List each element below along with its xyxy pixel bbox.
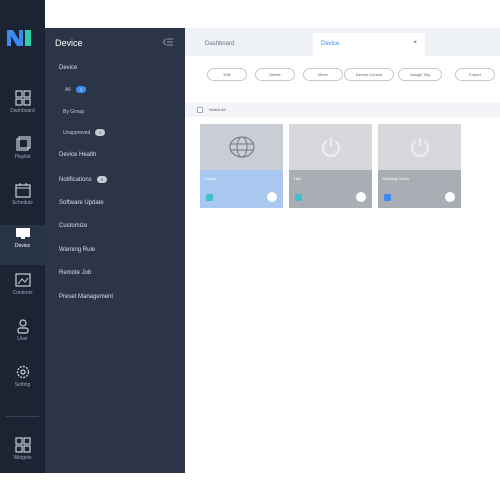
- tab-dashboard[interactable]: Dashboard: [197, 33, 307, 56]
- rail-item-dashboard[interactable]: Dashboard: [0, 90, 45, 130]
- widgets-icon: [14, 437, 31, 453]
- tab-bar: Dashboard Device ×: [185, 28, 500, 56]
- menu-item-remote-job[interactable]: Remote Job: [59, 270, 91, 276]
- schedule-icon: [14, 183, 31, 198]
- device-name: Lobby: [205, 176, 216, 181]
- menu-item-notifications-label: Notifications: [59, 177, 92, 184]
- app-root: Dashboard Playlist Schedule Device Conte…: [0, 0, 500, 500]
- rail-label: User: [17, 336, 28, 342]
- select-all-label: Select All: [209, 107, 226, 112]
- submenu-header: Device: [45, 28, 185, 58]
- export-button[interactable]: Export: [455, 68, 495, 81]
- delete-button[interactable]: Delete: [255, 68, 295, 81]
- rail-item-schedule[interactable]: Schedule: [0, 182, 45, 222]
- move-button[interactable]: Move: [303, 68, 343, 81]
- collapse-menu-icon[interactable]: [163, 38, 173, 46]
- rail-item-user[interactable]: User: [0, 318, 45, 358]
- rail-label: Playlist: [14, 154, 31, 160]
- select-all-bar: Select All: [185, 103, 500, 117]
- device-card[interactable]: Hall: [289, 124, 372, 208]
- device-card[interactable]: Meeting Room: [378, 124, 461, 208]
- device-settings-icon[interactable]: [445, 192, 455, 202]
- menu-item-warning-rule[interactable]: Warning Rule: [59, 247, 95, 253]
- tab-close-icon[interactable]: ×: [413, 40, 417, 46]
- device-settings-icon[interactable]: [267, 192, 277, 202]
- select-all-checkbox[interactable]: [197, 107, 203, 113]
- menu-item-all[interactable]: All 3: [65, 86, 86, 93]
- menu-item-notifications[interactable]: Notifications 0: [59, 176, 107, 183]
- contents-icon: [14, 273, 31, 287]
- rail-label: Schedule: [12, 200, 33, 206]
- menu-item-all-label: All: [65, 86, 71, 93]
- device-name: Meeting Room: [383, 176, 410, 181]
- device-control-button[interactable]: Device Control: [344, 68, 394, 81]
- device-thumbnail: [289, 124, 372, 170]
- rail-label: Dashboard: [10, 108, 35, 114]
- assign-tag-button[interactable]: Assign Tag: [398, 68, 442, 81]
- rail-item-device[interactable]: Device: [0, 225, 45, 265]
- device-info: Hall: [289, 170, 372, 208]
- status-badge: [295, 194, 302, 201]
- rail-item-widgets[interactable]: Widgets: [0, 437, 45, 477]
- rail-divider: [6, 416, 39, 417]
- edit-button[interactable]: Edit: [207, 68, 247, 81]
- device-card[interactable]: Lobby: [200, 124, 283, 208]
- app-logo-icon: [7, 30, 31, 46]
- menu-item-unapproved-label: Unapproved: [63, 129, 91, 136]
- rail-label: Contents: [12, 290, 33, 296]
- playlist-icon: [15, 136, 31, 151]
- tab-dashboard-label: Dashboard: [205, 41, 235, 47]
- device-info: Lobby: [200, 170, 283, 208]
- menu-section-device[interactable]: Device: [59, 65, 77, 71]
- device-thumbnail: [200, 124, 283, 170]
- main-content: Dashboard Device × Edit Delete Move Devi…: [185, 28, 500, 473]
- menu-item-by-group[interactable]: By Group: [63, 109, 84, 115]
- device-icon: [15, 228, 30, 239]
- rail-item-playlist[interactable]: Playlist: [0, 136, 45, 176]
- device-thumbnail: [378, 124, 461, 170]
- rail-label: Widgets: [13, 455, 32, 461]
- unapproved-count-badge: 0: [95, 129, 106, 136]
- dashboard-icon: [14, 90, 31, 106]
- setting-icon: [16, 365, 29, 379]
- menu-item-software-update[interactable]: Software Update: [59, 200, 104, 206]
- menu-item-preset-management[interactable]: Preset Management: [59, 294, 113, 300]
- menu-item-customize[interactable]: Customize: [59, 223, 87, 229]
- device-info: Meeting Room: [378, 170, 461, 208]
- user-icon: [16, 319, 29, 334]
- rail-item-contents[interactable]: Contents: [0, 272, 45, 312]
- status-badge: [206, 194, 213, 201]
- status-badge: [384, 194, 391, 201]
- device-settings-icon[interactable]: [356, 192, 366, 202]
- menu-item-unapproved[interactable]: Unapproved 0: [63, 129, 106, 136]
- power-icon: [321, 138, 340, 157]
- rail-label: Setting: [14, 382, 31, 388]
- tab-device-label: Device: [321, 41, 340, 47]
- menu-item-device-health[interactable]: Device Health: [59, 152, 96, 158]
- device-submenu: Device Device All 3 By Group Unapproved 0 …: [45, 28, 185, 473]
- notifications-count-badge: 0: [96, 176, 107, 183]
- submenu-title: Device: [55, 38, 83, 48]
- all-count-badge: 3: [75, 86, 86, 93]
- power-icon: [410, 138, 429, 157]
- icon-rail: Dashboard Playlist Schedule Device Conte…: [0, 0, 45, 473]
- rail-label: Device: [14, 243, 31, 249]
- device-name: Hall: [294, 176, 301, 181]
- globe-icon: [229, 136, 254, 158]
- tab-device[interactable]: Device ×: [313, 33, 425, 56]
- rail-item-setting[interactable]: Setting: [0, 364, 45, 404]
